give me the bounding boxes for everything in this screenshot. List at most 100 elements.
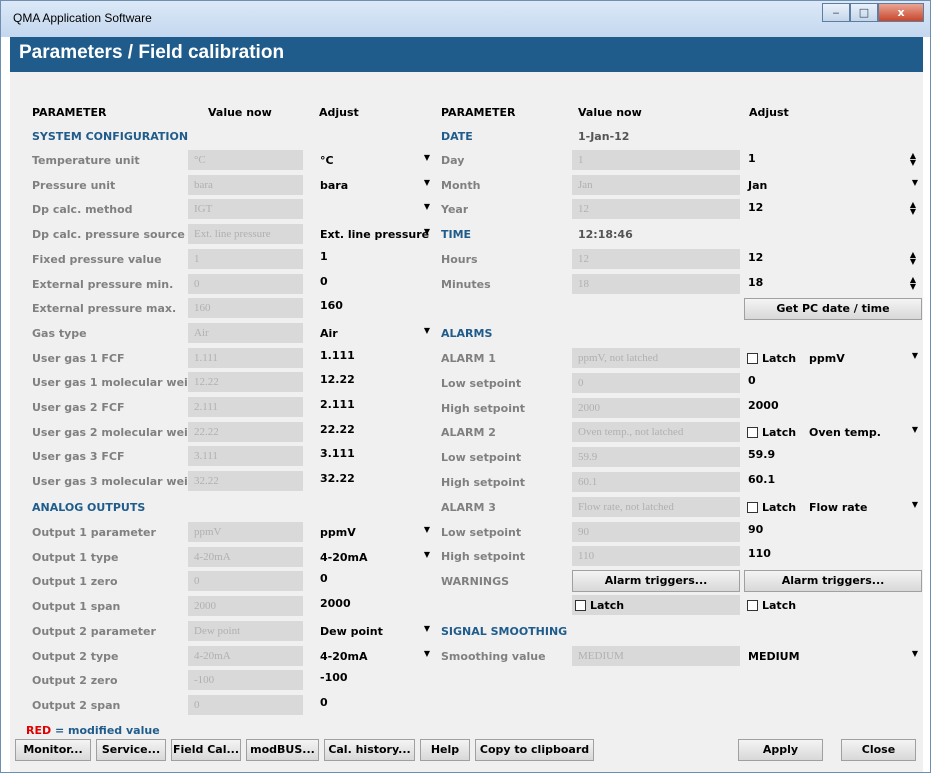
- checkbox-icon[interactable]: [747, 353, 758, 364]
- user-gas-3-fcf-input[interactable]: 3.111: [316, 444, 434, 465]
- user-gas-3-molecular-weight-input[interactable]: 32.22: [316, 469, 434, 490]
- minutes-label: Minutes: [441, 278, 491, 291]
- output-1-parameter-dropdown-value: ppmV: [320, 526, 356, 539]
- field-cal-button[interactable]: Field Cal...: [171, 739, 241, 761]
- close-button[interactable]: Close: [841, 739, 916, 761]
- copy-to-clipboard-button[interactable]: Copy to clipboard: [475, 739, 594, 761]
- output-2-type-dropdown-value: 4-20mA: [320, 649, 368, 663]
- get-pc-date-time-button[interactable]: Get PC date / time: [744, 298, 922, 320]
- chevron-down-icon: ▼: [911, 178, 918, 187]
- pressure-unit-dropdown[interactable]: bara ▼: [316, 174, 434, 195]
- output-1-type-dropdown-value: 4-20mA: [320, 550, 368, 564]
- alarm1-parameter-dropdown[interactable]: ppmV ▼: [805, 348, 922, 368]
- hours-spinner[interactable]: 12 ▲ ▼: [744, 248, 922, 268]
- chevron-down-icon: ▼: [423, 549, 430, 559]
- alarm3-high-setpoint-input[interactable]: 110: [744, 544, 922, 564]
- output-1-zero-input[interactable]: 0: [316, 569, 434, 590]
- alarm3-value-now: Flow rate, not latched: [572, 497, 740, 517]
- output-1-zero-label: Output 1 zero: [32, 575, 118, 589]
- chevron-down-icon: ▼: [911, 649, 918, 658]
- alarm2-parameter-dropdown[interactable]: Oven temp. ▼: [805, 422, 922, 442]
- fixed-pressure-value-label: Fixed pressure value: [32, 252, 162, 266]
- user-gas-1-molecular-weight-input[interactable]: 12.22: [316, 370, 434, 391]
- minutes-spinner-value: 18: [748, 276, 764, 289]
- user-gas-1-fcf-value-now: 1.111: [188, 347, 303, 368]
- year-spinner[interactable]: 12 ▲ ▼: [744, 198, 922, 218]
- latch-label: Latch: [762, 426, 797, 439]
- alarm1-latch-checkbox[interactable]: Latch: [747, 348, 796, 368]
- checkbox-icon[interactable]: [747, 427, 758, 438]
- help-button[interactable]: Help: [420, 739, 470, 761]
- cal-history-button[interactable]: Cal. history...: [324, 739, 415, 761]
- alarm3-latch-checkbox[interactable]: Latch: [747, 497, 796, 517]
- warnings-latch-now-checkbox[interactable]: Latch: [575, 595, 624, 615]
- alarm3-dropdown-value: Flow rate: [809, 501, 868, 514]
- dp-calc-pressure-source-label: Dp calc. pressure source: [32, 228, 185, 242]
- monitor-button[interactable]: Monitor...: [15, 739, 91, 761]
- service-button[interactable]: Service...: [96, 739, 166, 761]
- user-gas-2-molecular-weight-input[interactable]: 22.22: [316, 419, 434, 440]
- month-dropdown[interactable]: Jan ▼: [744, 175, 922, 195]
- gas-type-label: Gas type: [32, 326, 87, 340]
- checkbox-icon[interactable]: [747, 502, 758, 513]
- warnings-latch-adjust-checkbox[interactable]: Latch: [747, 595, 796, 615]
- dp-calc-method-label: Dp calc. method: [32, 203, 133, 217]
- alarm2-latch-checkbox[interactable]: Latch: [747, 422, 796, 442]
- hours-spinner-value: 12: [748, 251, 764, 264]
- section-alarms: ALARMS: [441, 327, 493, 340]
- spinner-arrows-icon[interactable]: ▲ ▼: [907, 251, 919, 266]
- user-gas-2-fcf-input[interactable]: 2.111: [316, 395, 434, 415]
- chevron-down-icon: ▼: [423, 227, 430, 237]
- alarm2-high-setpoint-input[interactable]: 60.1: [744, 470, 922, 490]
- close-window-button[interactable]: x: [878, 3, 924, 22]
- checkbox-icon[interactable]: [747, 600, 758, 611]
- column-header-adjust: Adjust: [319, 106, 359, 119]
- smoothing-dropdown-value: MEDIUM: [748, 650, 800, 663]
- alarm2-label: ALARM 2: [441, 426, 496, 439]
- fixed-pressure-value-input[interactable]: 1: [316, 246, 434, 267]
- gas-type-value-now: Air: [188, 322, 303, 343]
- chevron-down-icon: ▼: [911, 500, 918, 509]
- title-bar: QMA Application Software ‒ □ x: [1, 1, 930, 37]
- spinner-arrows-icon[interactable]: ▲ ▼: [907, 201, 919, 216]
- minutes-spinner[interactable]: 18 ▲ ▼: [744, 273, 922, 293]
- apply-button[interactable]: Apply: [738, 739, 823, 761]
- minimize-button[interactable]: ‒: [822, 3, 850, 22]
- alarm2-low-setpoint-input[interactable]: 59.9: [744, 445, 922, 465]
- alarm1-label: ALARM 1: [441, 352, 496, 365]
- day-spinner[interactable]: 1 ▲ ▼: [744, 149, 922, 169]
- gas-type-dropdown[interactable]: Air ▼: [316, 322, 434, 343]
- dp-calc-pressure-source-dropdown[interactable]: Ext. line pressure ▼: [316, 224, 434, 245]
- checkbox-icon[interactable]: [575, 600, 586, 611]
- output-1-type-dropdown[interactable]: 4-20mA ▼: [316, 546, 434, 567]
- maximize-button[interactable]: □: [850, 3, 878, 22]
- temperature-unit-dropdown[interactable]: °C ▼: [316, 150, 434, 170]
- external-pressure-min-input[interactable]: 0: [316, 271, 434, 292]
- smoothing-value-dropdown[interactable]: MEDIUM ▼: [744, 646, 922, 666]
- user-gas-1-fcf-input[interactable]: 1.111: [316, 345, 434, 366]
- gas-type-dropdown-value: Air: [320, 326, 338, 340]
- external-pressure-max-input[interactable]: 160: [316, 296, 434, 317]
- output-2-span-input[interactable]: 0: [316, 692, 434, 713]
- alarm1-low-setpoint-input[interactable]: 0: [744, 371, 922, 391]
- alarm1-high-setpoint-input[interactable]: 2000: [744, 396, 922, 416]
- spinner-arrows-icon[interactable]: ▲ ▼: [907, 152, 919, 167]
- alarm-triggers-adjust-button[interactable]: Alarm triggers...: [744, 570, 922, 592]
- chevron-down-icon: ▼: [423, 177, 430, 187]
- dp-calc-method-dropdown[interactable]: ▼: [316, 199, 434, 220]
- alarm3-low-setpoint-input[interactable]: 90: [744, 520, 922, 540]
- output-2-zero-input[interactable]: -100: [316, 668, 434, 689]
- temperature-unit-label: Temperature unit: [32, 154, 140, 167]
- alarm-triggers-now-button[interactable]: Alarm triggers...: [572, 570, 740, 592]
- output-2-parameter-dropdown-value: Dew point: [320, 624, 383, 638]
- alarm3-parameter-dropdown[interactable]: Flow rate ▼: [805, 497, 922, 517]
- output-1-span-input[interactable]: 2000: [316, 594, 434, 615]
- output-1-parameter-dropdown[interactable]: ppmV ▼: [316, 522, 434, 542]
- time-value-now: 12:18:46: [578, 228, 633, 241]
- spinner-arrows-icon[interactable]: ▲ ▼: [907, 276, 919, 291]
- section-date: DATE: [441, 130, 473, 143]
- modbus-button[interactable]: modBUS...: [246, 739, 319, 761]
- external-pressure-min-label: External pressure min.: [32, 277, 174, 291]
- output-2-parameter-dropdown[interactable]: Dew point ▼: [316, 620, 434, 641]
- output-2-type-dropdown[interactable]: 4-20mA ▼: [316, 645, 434, 666]
